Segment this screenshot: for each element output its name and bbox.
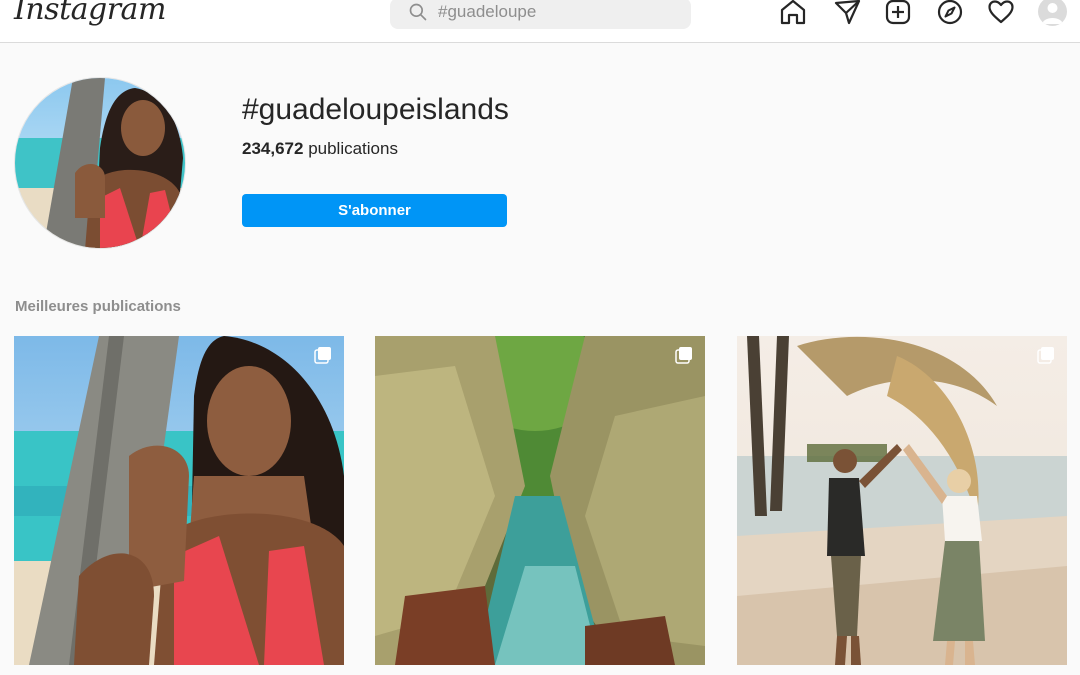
top-navigation-bar: Instagram bbox=[0, 0, 1080, 43]
post-thumbnail-3[interactable] bbox=[737, 336, 1067, 665]
multiple-images-icon bbox=[675, 347, 692, 364]
post-thumbnail-1[interactable] bbox=[14, 336, 344, 665]
publication-count-number: 234,672 bbox=[242, 139, 304, 158]
post-image-couple-beach bbox=[737, 336, 1067, 665]
post-image-canyon-river bbox=[375, 336, 705, 665]
hashtag-cover-image bbox=[14, 77, 186, 249]
post-image-woman-palm bbox=[14, 336, 344, 665]
avatar-placeholder-icon bbox=[1042, 3, 1063, 24]
multiple-images-icon bbox=[1037, 347, 1054, 364]
multiple-images-icon bbox=[314, 347, 331, 364]
post-thumbnail-2[interactable] bbox=[375, 336, 705, 665]
search-icon bbox=[409, 3, 427, 21]
search-input[interactable] bbox=[438, 0, 678, 24]
publication-count: 234,672 publications bbox=[242, 139, 398, 159]
hashtag-title: #guadeloupeislands bbox=[242, 93, 509, 126]
publication-count-label: publications bbox=[308, 139, 398, 158]
follow-button[interactable]: S'abonner bbox=[242, 194, 507, 227]
direct-icon[interactable] bbox=[832, 0, 862, 27]
new-post-icon[interactable] bbox=[883, 0, 913, 27]
top-posts-heading: Meilleures publications bbox=[15, 298, 181, 315]
home-icon[interactable] bbox=[778, 0, 808, 27]
activity-icon[interactable] bbox=[986, 0, 1016, 27]
profile-avatar[interactable] bbox=[1038, 0, 1067, 26]
search-box[interactable] bbox=[390, 0, 691, 29]
instagram-logo[interactable]: Instagram bbox=[14, 0, 166, 27]
explore-icon[interactable] bbox=[935, 0, 965, 27]
